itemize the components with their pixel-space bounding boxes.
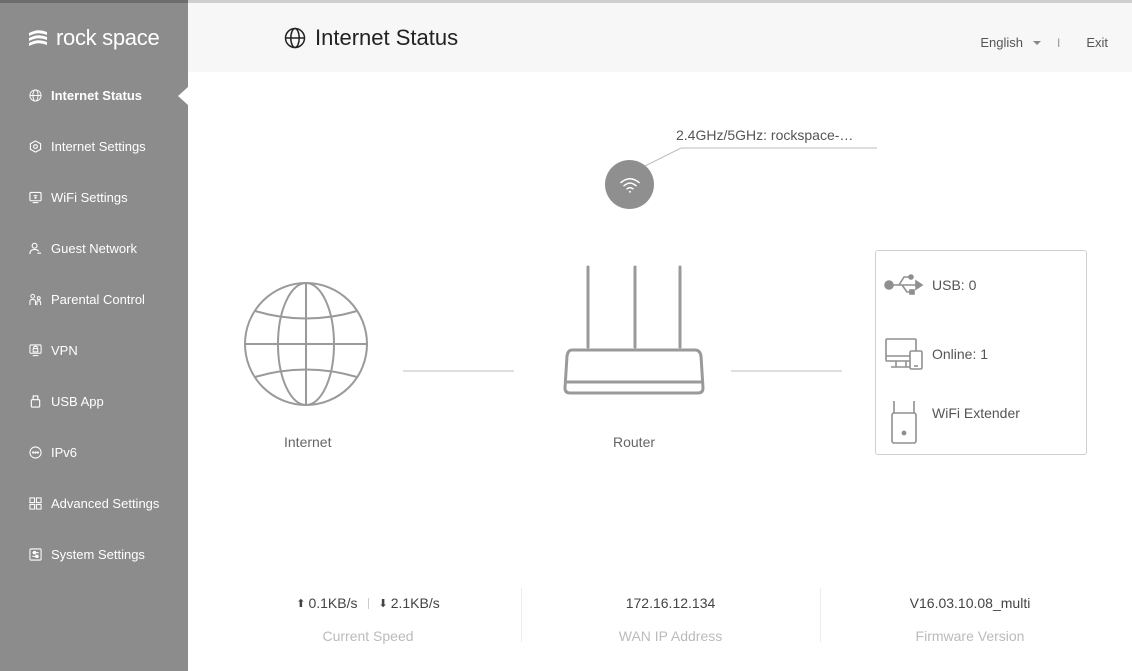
upload-speed: 0.1KB/s <box>308 595 358 611</box>
usb-row[interactable]: USB: 0 <box>876 273 976 297</box>
current-speed-value: ⬆ 0.1KB/s ⬇ 2.1KB/s <box>230 594 506 612</box>
download-arrow-icon: ⬇ <box>378 597 388 610</box>
wan-ip-value: 172.16.12.134 <box>625 595 716 611</box>
download-speed: 2.1KB/s <box>390 595 440 611</box>
upload-arrow-icon: ⬆ <box>296 597 306 610</box>
internet-globe-icon <box>244 282 368 406</box>
wifi-ssid-label: 2.4GHz/5GHz: rockspace-… <box>676 127 854 143</box>
wan-ip-stat: 172.16.12.134 WAN IP Address <box>531 594 810 644</box>
devices-panel: USB: 0 Online: 1 WiFi Extender <box>875 250 1087 455</box>
usb-icon <box>876 273 932 297</box>
speed-separator <box>367 597 369 609</box>
router-label: Router <box>613 434 656 450</box>
wifi-extender-icon <box>876 399 932 445</box>
wifi-icon <box>619 177 640 193</box>
usb-count: USB: 0 <box>932 277 977 293</box>
router-icon <box>563 265 705 395</box>
wan-ip-label: WAN IP Address <box>618 628 723 644</box>
stat-divider <box>521 588 522 642</box>
firmware-value: V16.03.10.08_multi <box>909 595 1031 611</box>
wifi-button[interactable] <box>605 160 654 209</box>
internet-label: Internet <box>284 434 332 450</box>
firmware-label: Firmware Version <box>915 628 1025 644</box>
wifi-extender-row[interactable]: WiFi Extender <box>876 399 1020 445</box>
wifi-extender-label: WiFi Extender <box>932 405 1020 421</box>
online-row[interactable]: Online: 1 <box>876 337 988 371</box>
wifi-leader-line <box>642 147 877 168</box>
current-speed-stat: ⬆ 0.1KB/s ⬇ 2.1KB/s Current Speed <box>230 594 506 644</box>
stat-divider <box>820 588 821 642</box>
online-devices-icon <box>876 337 932 371</box>
current-speed-label: Current Speed <box>322 628 414 644</box>
firmware-stat: V16.03.10.08_multi Firmware Version <box>830 594 1110 644</box>
online-count: Online: 1 <box>932 346 989 362</box>
